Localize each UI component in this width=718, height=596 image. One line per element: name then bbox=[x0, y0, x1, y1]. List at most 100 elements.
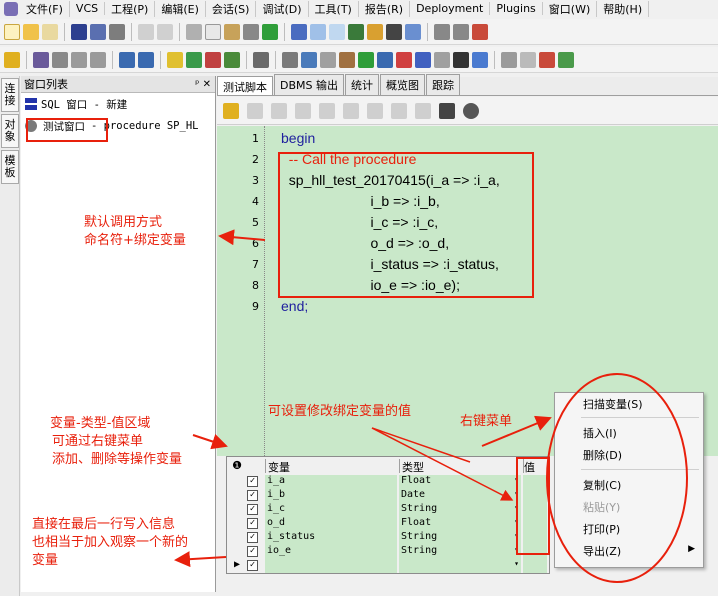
user-icon[interactable] bbox=[52, 51, 68, 68]
execute-icon[interactable] bbox=[262, 23, 278, 40]
step-into-icon[interactable] bbox=[271, 102, 287, 119]
gear-icon[interactable] bbox=[33, 51, 49, 68]
search-icon[interactable] bbox=[453, 51, 469, 68]
ok-icon[interactable] bbox=[558, 51, 574, 68]
key-icon[interactable] bbox=[4, 51, 20, 68]
redo-icon[interactable] bbox=[157, 23, 173, 40]
upload-icon[interactable] bbox=[71, 51, 87, 68]
menu-reports[interactable]: 报告(R) bbox=[361, 0, 411, 17]
menu-deployment[interactable]: Deployment bbox=[412, 2, 491, 15]
sql-icon[interactable] bbox=[119, 51, 135, 68]
menu-tools[interactable]: 工具(T) bbox=[311, 0, 359, 17]
chart-icon[interactable] bbox=[339, 51, 355, 68]
variable-name[interactable]: i_c bbox=[265, 503, 397, 517]
step-out-icon[interactable] bbox=[319, 102, 335, 119]
menu-print[interactable]: 打印(P) bbox=[583, 521, 620, 537]
tool-icon[interactable] bbox=[472, 23, 488, 40]
table-row[interactable]: ✓ i_a Float ▾ bbox=[227, 475, 551, 489]
variable-type[interactable]: Float ▾ bbox=[399, 517, 521, 531]
menu-project[interactable]: 工程(P) bbox=[107, 0, 156, 17]
variable-type[interactable]: Float ▾ bbox=[399, 475, 521, 489]
zoom-icon[interactable] bbox=[463, 102, 479, 119]
variable-value[interactable] bbox=[523, 559, 547, 573]
menu-file[interactable]: 文件(F) bbox=[22, 0, 70, 17]
variable-type[interactable]: Date ▾ bbox=[399, 489, 521, 503]
table-row-new[interactable]: ▶ ✓ ▾ bbox=[227, 559, 551, 573]
connect-icon[interactable] bbox=[138, 51, 154, 68]
db2-icon[interactable] bbox=[453, 23, 469, 40]
layer-icon[interactable] bbox=[520, 51, 536, 68]
run-icon[interactable] bbox=[358, 51, 374, 68]
db-icon[interactable] bbox=[434, 23, 450, 40]
variable-checkbox[interactable]: ✓ bbox=[247, 546, 258, 557]
paste-icon[interactable] bbox=[224, 23, 240, 40]
pause-icon[interactable] bbox=[434, 51, 450, 68]
copy-icon[interactable] bbox=[205, 23, 221, 40]
run-debug-icon[interactable] bbox=[247, 102, 263, 119]
menu-scan-variables[interactable]: 扫描变量(S) bbox=[583, 396, 643, 412]
outdent-icon[interactable] bbox=[329, 23, 345, 40]
run-to-icon[interactable] bbox=[343, 102, 359, 119]
table-row[interactable]: ✓ o_d Float ▾ bbox=[227, 517, 551, 531]
sort-icon[interactable] bbox=[320, 51, 336, 68]
open-icon[interactable] bbox=[23, 23, 39, 40]
open-menu-icon[interactable] bbox=[42, 23, 58, 40]
tab-statistics[interactable]: 统计 bbox=[345, 74, 379, 95]
variable-name[interactable]: i_a bbox=[265, 475, 397, 489]
exception-icon[interactable] bbox=[415, 102, 431, 119]
variable-name[interactable]: i_status bbox=[265, 531, 397, 545]
variable-type[interactable]: String ▾ bbox=[399, 503, 521, 517]
menu-debug[interactable]: 调试(D) bbox=[258, 0, 309, 17]
variable-type[interactable]: String ▾ bbox=[399, 545, 521, 559]
variable-name[interactable]: i_b bbox=[265, 489, 397, 503]
table-row[interactable]: ✓ i_c String ▾ bbox=[227, 503, 551, 517]
tab-templates[interactable]: 模板 bbox=[1, 150, 19, 184]
window-icon[interactable] bbox=[405, 23, 421, 40]
menu-delete[interactable]: 删除(D) bbox=[583, 447, 622, 463]
glasses-icon[interactable] bbox=[391, 102, 407, 119]
compile-icon[interactable] bbox=[291, 23, 307, 40]
variable-type[interactable]: String ▾ bbox=[399, 531, 521, 545]
variable-checkbox[interactable]: ✓ bbox=[247, 504, 258, 515]
break-icon[interactable] bbox=[367, 102, 383, 119]
format-icon[interactable] bbox=[301, 51, 317, 68]
print-icon[interactable] bbox=[109, 23, 125, 40]
pin-close-icon[interactable]: ᵖ ✕ bbox=[195, 79, 211, 90]
menu-session[interactable]: 会话(S) bbox=[208, 0, 257, 17]
step-over-icon[interactable] bbox=[295, 102, 311, 119]
save-icon[interactable] bbox=[71, 23, 87, 40]
wrench-icon[interactable] bbox=[253, 51, 269, 68]
variable-name[interactable]: io_e bbox=[265, 545, 397, 559]
tab-overview[interactable]: 概览图 bbox=[380, 74, 425, 95]
find-icon[interactable] bbox=[243, 23, 259, 40]
list-icon[interactable] bbox=[282, 51, 298, 68]
tab-test-script[interactable]: 测试脚本 bbox=[217, 76, 273, 95]
variable-name[interactable] bbox=[265, 559, 397, 573]
output-window-icon[interactable] bbox=[439, 102, 455, 119]
variable-checkbox[interactable]: ✓ bbox=[247, 560, 258, 571]
variable-checkbox[interactable]: ✓ bbox=[247, 476, 258, 487]
variable-checkbox[interactable]: ✓ bbox=[247, 490, 258, 501]
lock-icon[interactable] bbox=[167, 51, 183, 68]
window-item-sql[interactable]: SQL 窗口 - 新建 bbox=[21, 93, 215, 115]
menu-vcs[interactable]: VCS bbox=[72, 2, 106, 15]
menu-plugins[interactable]: Plugins bbox=[492, 2, 543, 15]
menu-insert[interactable]: 插入(I) bbox=[583, 425, 617, 441]
save-as-icon[interactable] bbox=[90, 23, 106, 40]
menu-edit[interactable]: 编辑(E) bbox=[157, 0, 206, 17]
menu-export[interactable]: 导出(Z) bbox=[583, 543, 621, 559]
tab-objects[interactable]: 对象 bbox=[1, 114, 19, 148]
variable-checkbox[interactable]: ✓ bbox=[247, 532, 258, 543]
stop-icon[interactable] bbox=[396, 51, 412, 68]
table-row[interactable]: ✓ i_status String ▾ bbox=[227, 531, 551, 545]
menu-window[interactable]: 窗口(W) bbox=[545, 0, 598, 17]
browse-icon[interactable] bbox=[415, 51, 431, 68]
rollback-icon[interactable] bbox=[205, 51, 221, 68]
variable-checkbox[interactable]: ✓ bbox=[247, 518, 258, 529]
table-row[interactable]: ✓ i_b Date ▾ bbox=[227, 489, 551, 503]
indent-icon[interactable] bbox=[310, 23, 326, 40]
export-icon[interactable] bbox=[367, 23, 383, 40]
tab-dbms-output[interactable]: DBMS 输出 bbox=[274, 74, 344, 95]
check-icon[interactable] bbox=[224, 51, 240, 68]
step-icon[interactable] bbox=[377, 51, 393, 68]
